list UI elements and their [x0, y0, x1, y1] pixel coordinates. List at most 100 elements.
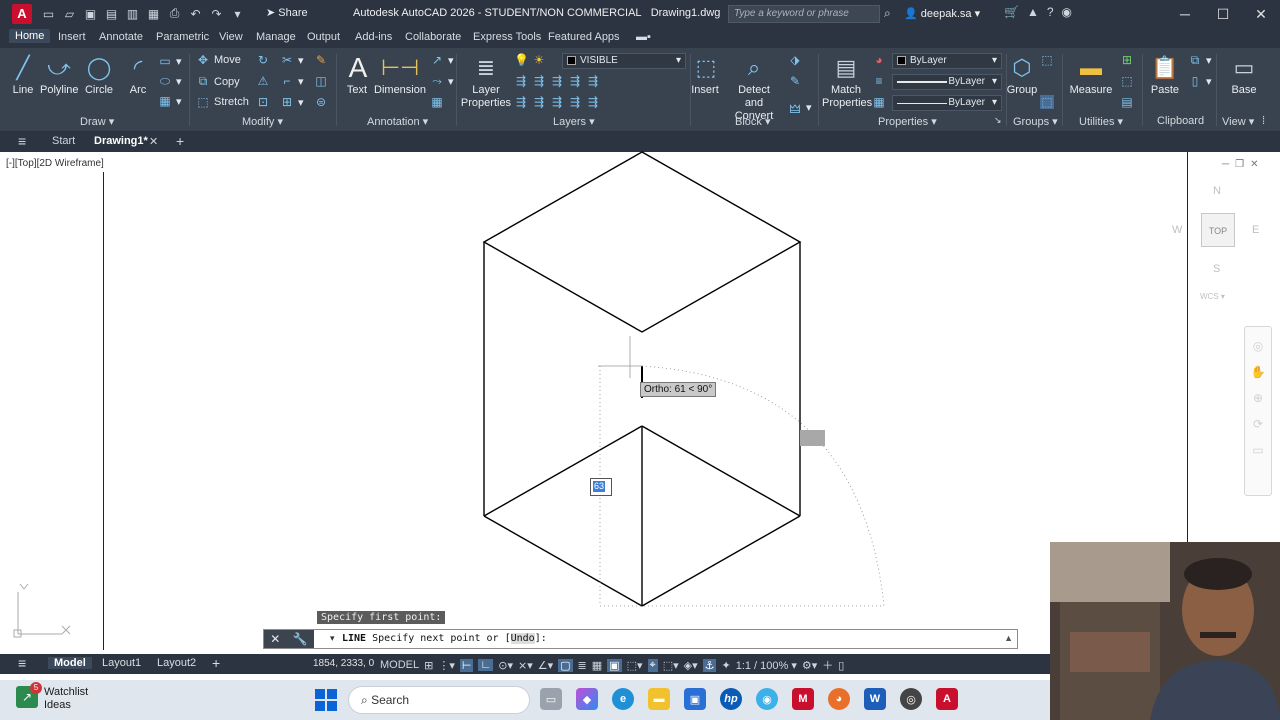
windows-start-icon[interactable]	[315, 689, 337, 711]
tab-model[interactable]: Model	[48, 657, 92, 669]
pinned-apps: ▭ ◆ e ▬ ▣ hp ◉ M ◕ W ◎ A	[540, 688, 958, 710]
base-view-tool[interactable]: ▭ Base	[1226, 52, 1262, 97]
plus-icon[interactable]: ＋	[822, 657, 833, 673]
auto-scale-icon[interactable]: ✦	[721, 659, 730, 672]
showmotion-icon[interactable]: ▭	[1245, 443, 1271, 457]
model-space-button[interactable]: MODEL	[380, 659, 419, 671]
transparency-icon[interactable]: ▦	[592, 659, 602, 672]
wcs-menu[interactable]: WCS ▾	[1200, 292, 1225, 301]
selection-cycling-icon[interactable]: ▣	[607, 658, 622, 672]
osnap-icon[interactable]: ▢	[558, 658, 573, 672]
ortho-tooltip: Ortho: 61 < 90°	[640, 382, 717, 397]
viewport-controls: ─ ❐ ✕	[1222, 159, 1258, 170]
cursor-coordinates[interactable]: 1854, 2333, 0	[313, 658, 374, 669]
watchlist-widget[interactable]: ↗ 5 Watchlist Ideas	[16, 682, 88, 712]
command-line-controls: ✕ 🔧	[264, 630, 314, 648]
dynamic-input-field[interactable]: 63	[590, 478, 612, 496]
close-icon[interactable]: ✕	[1242, 0, 1280, 28]
lineweight-toggle-icon[interactable]: ≣	[578, 659, 587, 672]
workspace-gear-icon[interactable]: ⚙▾	[802, 659, 817, 672]
isolate-icon[interactable]: ▯	[838, 659, 844, 672]
annotation-scale-value: 1:1 / 100%	[735, 659, 789, 672]
add-layout-icon[interactable]: +	[212, 655, 220, 671]
selection-filter-icon[interactable]: ⬚▾	[663, 659, 679, 672]
grip-handle[interactable]	[800, 430, 825, 446]
stock-chart-icon: ↗ 5	[16, 682, 42, 708]
recent-commands-icon[interactable]: ▾	[330, 633, 335, 644]
command-history-up-icon[interactable]: ▲	[1004, 633, 1013, 643]
chrome-icon[interactable]: ◉	[756, 688, 778, 710]
edge-icon[interactable]: e	[612, 688, 634, 710]
customize-icon[interactable]: 🔧	[293, 632, 308, 646]
pan-icon[interactable]: ✋	[1245, 365, 1271, 379]
webcam-person-image	[1050, 542, 1280, 720]
viewcube-south[interactable]: S	[1213, 263, 1220, 275]
close-command-icon[interactable]: ✕	[270, 632, 280, 646]
inner-right-edge	[641, 425, 801, 517]
status-bar: ≡ Model Layout1 Layout2 + 1854, 2333, 0 …	[0, 654, 1050, 674]
command-suffix: ]:	[534, 633, 547, 644]
ortho-icon[interactable]: ∟	[478, 659, 494, 671]
taskbar-search-label: Search	[371, 693, 410, 707]
dynamic-input-value: 63	[593, 481, 606, 492]
panel-view-title[interactable]: View ▾	[1222, 115, 1254, 128]
hp-icon[interactable]: hp	[720, 688, 742, 710]
maximize-icon[interactable]: ☐	[1204, 0, 1242, 28]
viewcube-east[interactable]: E	[1252, 224, 1259, 236]
command-option-undo[interactable]: Undo	[510, 633, 535, 644]
viewcube-north[interactable]: N	[1213, 185, 1221, 197]
autocad-taskbar-icon[interactable]: A	[936, 688, 958, 710]
cube-top-face	[482, 151, 802, 333]
snap-icon[interactable]: ⋮▾	[438, 659, 455, 672]
gizmo-icon[interactable]: ◈▾	[684, 659, 698, 672]
notification-badge: 5	[30, 682, 42, 694]
layout-menu-icon[interactable]: ≡	[18, 655, 26, 671]
cube-bottom-left-edge	[483, 515, 643, 607]
viewcube-west[interactable]: W	[1172, 224, 1182, 236]
steering-wheel-icon[interactable]: ◎	[1245, 339, 1271, 353]
tab-layout2[interactable]: Layout2	[157, 657, 196, 669]
cut-icon[interactable]: ▯ ▾	[1188, 74, 1212, 88]
command-line[interactable]: ✕ 🔧 ▾ LINE Specify next point or [Undo]:…	[263, 629, 1018, 649]
taskbar-search[interactable]: ⌕ Search	[348, 686, 530, 714]
viewport-minimize-icon[interactable]: ─	[1222, 159, 1229, 170]
tracking-arc	[641, 365, 885, 607]
command-prompt-text: Specify next point or	[372, 633, 499, 644]
task-view-icon[interactable]: ▭	[540, 688, 562, 710]
navigation-bar: ◎ ✋ ⊕ ⟳ ▭	[1244, 326, 1272, 496]
webcam-overlay	[1050, 542, 1280, 720]
isodraft-icon[interactable]: ⨯▾	[518, 659, 533, 672]
windows-taskbar: ↗ 5 Watchlist Ideas ⌕ Search ▭ ◆ e ▬ ▣ hp …	[0, 680, 1050, 720]
wcs-label: WCS	[1200, 292, 1219, 301]
panel-view-more-icon[interactable]: ⁞	[1262, 115, 1265, 127]
store-icon[interactable]: ▣	[684, 688, 706, 710]
copy-clip-icon[interactable]: ⧉ ▾	[1188, 53, 1212, 68]
viewport-restore-icon[interactable]: ❐	[1235, 159, 1244, 170]
viewcube-top-face[interactable]: TOP	[1201, 213, 1235, 247]
command-name: LINE	[342, 633, 367, 644]
dynamic-ucs-icon[interactable]: ⌖	[647, 658, 658, 672]
isometric-cube-drawing	[482, 151, 885, 607]
grid-icon[interactable]: ⊞	[424, 659, 433, 672]
zoom-icon[interactable]: ⊕	[1245, 391, 1271, 405]
word-icon[interactable]: W	[864, 688, 886, 710]
command-prompt[interactable]: LINE Specify next point or [Undo]:	[342, 633, 547, 644]
mcafee-icon[interactable]: M	[792, 688, 814, 710]
3d-osnap-icon[interactable]: ⬚▾	[627, 659, 643, 672]
polar-icon[interactable]: ⊙▾	[498, 659, 513, 672]
firefox-icon[interactable]: ◕	[828, 688, 850, 710]
base-label: Base	[1231, 84, 1257, 96]
osnap-tracking-icon[interactable]: ∠▾	[538, 659, 553, 672]
copilot-icon[interactable]: ◆	[576, 688, 598, 710]
annotation-scale[interactable]: 1:1 / 100% ▾	[736, 659, 797, 672]
orbit-icon[interactable]: ⟳	[1245, 417, 1271, 431]
command-history: Specify first point:	[317, 611, 446, 624]
tab-layout1[interactable]: Layout1	[102, 657, 141, 669]
obs-icon[interactable]: ◎	[900, 688, 922, 710]
inner-left-edge	[483, 425, 643, 517]
file-explorer-icon[interactable]: ▬	[648, 688, 670, 710]
viewport-close-icon[interactable]: ✕	[1250, 159, 1258, 170]
infer-constraints-icon[interactable]: ⊢	[459, 658, 474, 672]
viewcube[interactable]: N TOP W E S WCS ▾	[1172, 180, 1276, 310]
annotation-visibility-icon[interactable]: ⚓	[702, 658, 717, 672]
